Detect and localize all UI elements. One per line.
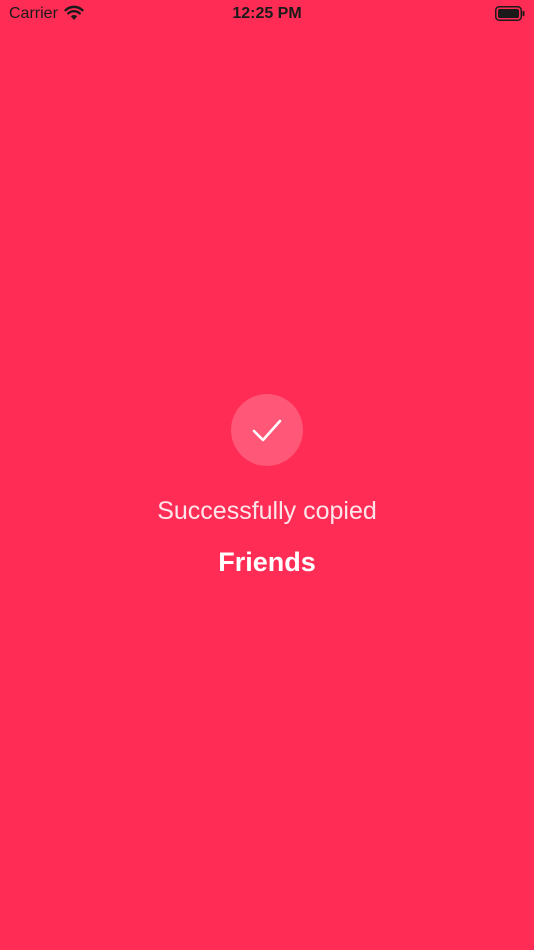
success-message: Successfully copied [157, 497, 377, 525]
battery-icon [495, 6, 525, 21]
success-badge [231, 394, 303, 466]
status-bar: Carrier 12:25 PM [0, 0, 534, 28]
status-time: 12:25 PM [232, 5, 302, 22]
copied-item-name: Friends [218, 547, 316, 577]
checkmark-icon [252, 419, 282, 442]
